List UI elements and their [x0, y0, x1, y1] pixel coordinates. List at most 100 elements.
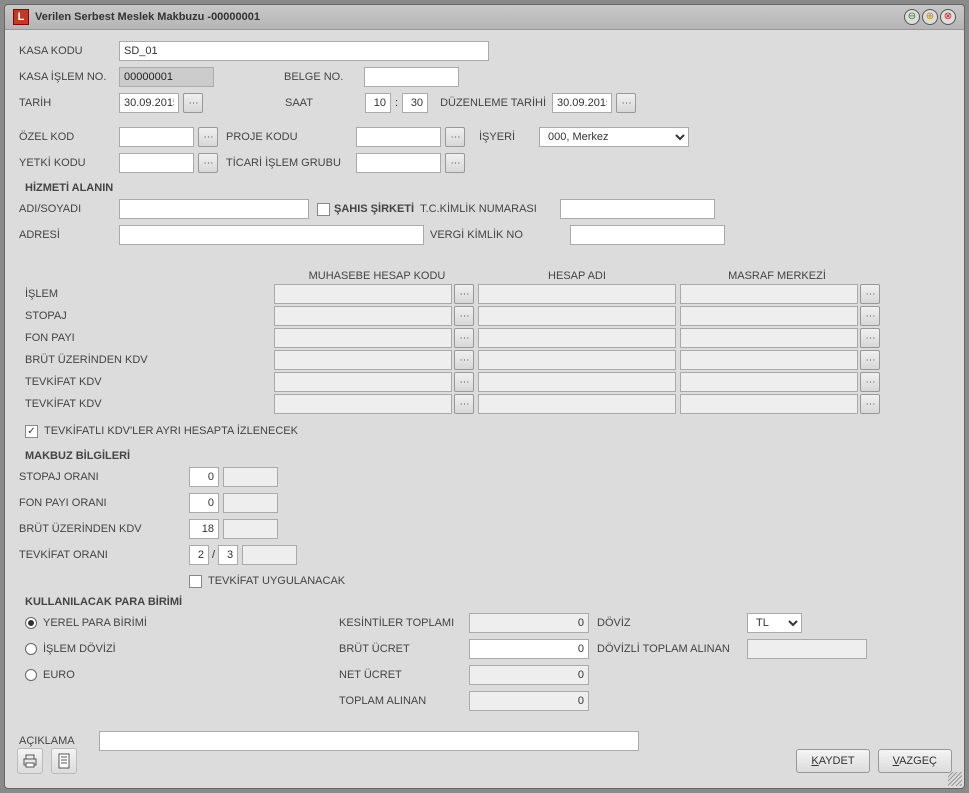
- proje-kodu-lookup-icon[interactable]: ⋯: [445, 127, 465, 147]
- grid-row-label: TEVKİFAT KDV: [19, 398, 274, 410]
- fon-payi-orani-label: FON PAYI ORANI: [19, 497, 189, 509]
- isyeri-label: İŞYERİ: [479, 131, 539, 143]
- saat-min-input[interactable]: [402, 93, 428, 113]
- vergi-kimlik-label: VERGİ KİMLİK NO: [430, 229, 570, 241]
- grid-cell-input[interactable]: [680, 372, 858, 392]
- grid-cell-input[interactable]: [274, 372, 452, 392]
- vergi-kimlik-input[interactable]: [570, 225, 725, 245]
- col-muhasebe-hk: MUHASEBE HESAP KODU: [277, 270, 477, 282]
- vazgec-button[interactable]: VAZGEÇ: [878, 749, 952, 773]
- grid-row-label: FON PAYI: [19, 332, 274, 344]
- titlebar: L Verilen Serbest Meslek Makbuzu -000000…: [5, 5, 964, 30]
- islem-dovizi-radio[interactable]: [25, 643, 37, 655]
- net-ucret-label: NET ÜCRET: [339, 669, 469, 681]
- stopaj-orani-input[interactable]: [189, 467, 219, 487]
- grid-cell-input[interactable]: [680, 350, 858, 370]
- fon-payi-orani-extra: [223, 493, 278, 513]
- islem-dovizi-label: İŞLEM DÖVİZİ: [43, 643, 116, 655]
- tarih-lookup-icon[interactable]: ⋯: [183, 93, 203, 113]
- lookup-icon[interactable]: ⋯: [860, 284, 880, 304]
- grid-row-label: TEVKİFAT KDV: [19, 376, 274, 388]
- brut-kdv-input[interactable]: [189, 519, 219, 539]
- duzenleme-tarihi-lookup-icon[interactable]: ⋯: [616, 93, 636, 113]
- adresi-input[interactable]: [119, 225, 424, 245]
- resize-grip[interactable]: [948, 772, 962, 786]
- lookup-icon[interactable]: ⋯: [860, 306, 880, 326]
- lookup-icon[interactable]: ⋯: [454, 306, 474, 326]
- makbuz-bilgileri-title: MAKBUZ BİLGİLERİ: [25, 450, 950, 462]
- ozel-kod-lookup-icon[interactable]: ⋯: [198, 127, 218, 147]
- kasa-islem-no-input[interactable]: [119, 67, 214, 87]
- tc-kimlik-input[interactable]: [560, 199, 715, 219]
- lookup-icon[interactable]: ⋯: [860, 350, 880, 370]
- lookup-icon[interactable]: ⋯: [454, 372, 474, 392]
- grid-cell-input[interactable]: [478, 350, 676, 370]
- grid-cell-input[interactable]: [478, 306, 676, 326]
- ticari-islem-grubu-lookup-icon[interactable]: ⋯: [445, 153, 465, 173]
- belge-no-input[interactable]: [364, 67, 459, 87]
- tevkifatli-label: TEVKİFATLI KDV'LER AYRI HESAPTA İZLENECE…: [44, 425, 298, 437]
- grid-row-tevkifat_kdv: TEVKİFAT KDV ⋯ ⋯: [19, 394, 950, 414]
- lookup-icon[interactable]: ⋯: [454, 284, 474, 304]
- kesintiler-toplami-input: [469, 613, 589, 633]
- lookup-icon[interactable]: ⋯: [454, 394, 474, 414]
- tevkifat-uygulanacak-checkbox[interactable]: [189, 575, 202, 588]
- grid-cell-input[interactable]: [274, 394, 452, 414]
- adi-soyadi-input[interactable]: [119, 199, 309, 219]
- grid-cell-input[interactable]: [680, 306, 858, 326]
- grid-cell-input[interactable]: [274, 306, 452, 326]
- lookup-icon[interactable]: ⋯: [860, 372, 880, 392]
- grid-row-label: İŞLEM: [19, 288, 274, 300]
- ticari-islem-grubu-input[interactable]: [356, 153, 441, 173]
- grid-row-stopaj: STOPAJ⋯⋯: [19, 306, 950, 326]
- dovizli-toplam-alinan-input: [747, 639, 867, 659]
- yerel-para-radio[interactable]: [25, 617, 37, 629]
- duzenleme-tarihi-input[interactable]: [552, 93, 612, 113]
- brut-kdv-label: BRÜT ÜZERİNDEN KDV: [19, 523, 189, 535]
- grid-cell-input[interactable]: [680, 284, 858, 304]
- grid-cell-input[interactable]: [274, 328, 452, 348]
- sahis-sirketi-checkbox[interactable]: [317, 203, 330, 216]
- yetki-kodu-lookup-icon[interactable]: ⋯: [198, 153, 218, 173]
- tevkifatli-checkbox[interactable]: ✓: [25, 425, 38, 438]
- fon-payi-orani-input[interactable]: [189, 493, 219, 513]
- footer: KAYDET VAZGEÇ: [5, 742, 964, 780]
- minimize-button[interactable]: ⊖: [904, 9, 920, 25]
- euro-radio[interactable]: [25, 669, 37, 681]
- ticari-islem-grubu-label: TİCARİ İŞLEM GRUBU: [226, 157, 356, 169]
- tevkifat-a-input[interactable]: [189, 545, 209, 565]
- grid-row-label: BRÜT ÜZERİNDEN KDV: [19, 354, 274, 366]
- printer-icon: [22, 754, 38, 768]
- tarih-input[interactable]: [119, 93, 179, 113]
- tevkifat-orani-extra: [242, 545, 297, 565]
- lookup-icon[interactable]: ⋯: [454, 350, 474, 370]
- close-button[interactable]: ⊗: [940, 9, 956, 25]
- doviz-select[interactable]: TL: [747, 613, 802, 633]
- grid-cell-input[interactable]: [680, 328, 858, 348]
- euro-label: EURO: [43, 669, 75, 681]
- grid-cell-input[interactable]: [478, 328, 676, 348]
- yetki-kodu-input[interactable]: [119, 153, 194, 173]
- grid-cell-input[interactable]: [478, 394, 676, 414]
- grid-cell-input[interactable]: [680, 394, 858, 414]
- grid-cell-input[interactable]: [274, 284, 452, 304]
- tevkifat-b-input[interactable]: [218, 545, 238, 565]
- lookup-icon[interactable]: ⋯: [860, 394, 880, 414]
- saat-hour-input[interactable]: [365, 93, 391, 113]
- kasa-kodu-input[interactable]: [119, 41, 489, 61]
- kaydet-button[interactable]: KAYDET: [796, 749, 869, 773]
- ozel-kod-input[interactable]: [119, 127, 194, 147]
- document-button[interactable]: [51, 748, 77, 774]
- lookup-icon[interactable]: ⋯: [860, 328, 880, 348]
- proje-kodu-input[interactable]: [356, 127, 441, 147]
- adi-soyadi-label: ADI/SOYADI: [19, 203, 119, 215]
- maximize-button[interactable]: ⊕: [922, 9, 938, 25]
- grid-row-fon_payi: FON PAYI ⋯ ⋯: [19, 328, 950, 348]
- grid-cell-input[interactable]: [478, 284, 676, 304]
- grid-cell-input[interactable]: [274, 350, 452, 370]
- print-button[interactable]: [17, 748, 43, 774]
- brut-ucret-input[interactable]: [469, 639, 589, 659]
- isyeri-select[interactable]: 000, Merkez: [539, 127, 689, 147]
- grid-cell-input[interactable]: [478, 372, 676, 392]
- lookup-icon[interactable]: ⋯: [454, 328, 474, 348]
